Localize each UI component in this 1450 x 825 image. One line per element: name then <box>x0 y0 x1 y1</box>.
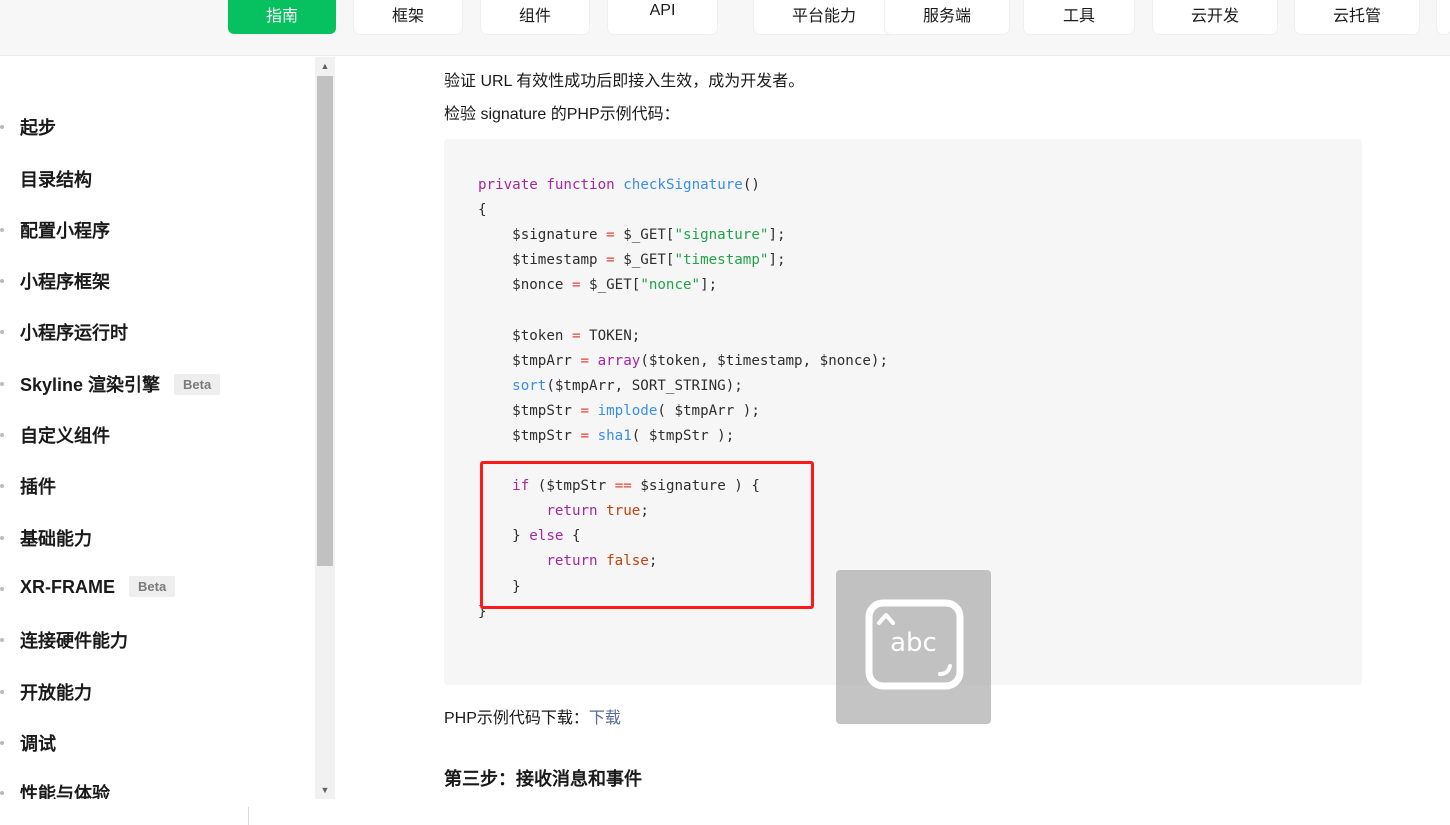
download-label: PHP示例代码下载： <box>444 710 589 727</box>
tab-components[interactable]: 组件 <box>481 0 589 34</box>
bullet-icon <box>0 638 4 642</box>
tab-more[interactable] <box>1437 0 1450 34</box>
sidebar-item-runtime[interactable]: 小程序运行时 <box>0 319 128 345</box>
bullet-icon <box>0 536 4 540</box>
sidebar-item-config[interactable]: 配置小程序 <box>0 217 110 243</box>
sidebar-item-plugin[interactable]: 插件 <box>0 473 56 499</box>
tab-framework[interactable]: 框架 <box>354 0 462 34</box>
keyboard-abc-label: abc <box>890 628 937 658</box>
sidebar-item-label: 小程序运行时 <box>20 323 128 343</box>
sidebar-item-label: 调试 <box>20 734 56 754</box>
sidebar-item-label: 性能与体验 <box>20 784 110 799</box>
beta-badge: Beta <box>129 576 176 597</box>
tab-cloud-dev[interactable]: 云开发 <box>1153 0 1277 34</box>
bullet-icon <box>0 484 4 488</box>
scroll-up-icon[interactable]: ▲ <box>315 57 335 75</box>
tab-api[interactable]: API <box>608 0 717 34</box>
bullet-icon <box>0 791 4 795</box>
scrollbar-thumb[interactable] <box>317 76 333 566</box>
input-method-overlay[interactable]: abc <box>836 570 991 724</box>
sidebar-item-performance[interactable]: 性能与体验 <box>0 780 110 799</box>
top-navigation: 指南 框架 组件 API 平台能力 服务端 工具 云开发 云托管 <box>0 0 1450 56</box>
sidebar-item-skyline[interactable]: Skyline 渲染引擎 Beta <box>0 371 221 397</box>
bullet-icon <box>0 433 4 437</box>
download-link[interactable]: 下载 <box>589 710 621 727</box>
bullet-icon <box>0 587 4 591</box>
sidebar-item-custom-component[interactable]: 自定义组件 <box>0 422 110 448</box>
tab-server[interactable]: 服务端 <box>885 0 1009 34</box>
section-heading-step3: 第三步：接收消息和事件 <box>444 769 642 789</box>
sidebar-item-label: 配置小程序 <box>20 221 110 241</box>
bullet-icon <box>0 279 4 283</box>
sidebar-item-basic-capability[interactable]: 基础能力 <box>0 525 92 551</box>
sidebar-item-label: 自定义组件 <box>20 426 110 446</box>
sidebar-item-label: 插件 <box>20 477 56 497</box>
sidebar-item-hardware[interactable]: 连接硬件能力 <box>0 627 128 653</box>
paragraph-verify-url: 验证 URL 有效性成功后即接入生效，成为开发者。 <box>444 73 805 90</box>
sidebar: 起步 目录结构 配置小程序 小程序框架 小程序运行时 Skyline 渲染引擎 B… <box>0 57 315 799</box>
bullet-icon <box>0 228 4 232</box>
highlight-box <box>480 461 814 609</box>
tab-tools[interactable]: 工具 <box>1024 0 1134 34</box>
sidebar-item-label: Skyline 渲染引擎 <box>20 375 161 395</box>
tab-platform[interactable]: 平台能力 <box>754 0 894 34</box>
sidebar-item-label: 连接硬件能力 <box>20 631 128 651</box>
sidebar-item-label: 基础能力 <box>20 529 92 549</box>
sidebar-item-framework[interactable]: 小程序框架 <box>0 268 110 294</box>
sidebar-item-label: XR-FRAME <box>20 577 115 597</box>
sidebar-item-label: 小程序框架 <box>20 272 110 292</box>
sidebar-item-getting-started[interactable]: 起步 <box>0 114 56 140</box>
sidebar-item-debug[interactable]: 调试 <box>0 730 56 756</box>
beta-badge: Beta <box>174 374 221 395</box>
sidebar-item-label: 起步 <box>20 118 56 138</box>
sidebar-item-label: 目录结构 <box>20 170 92 190</box>
tab-cloud-hosting[interactable]: 云托管 <box>1295 0 1419 34</box>
bullet-icon <box>0 330 4 334</box>
sidebar-scrollbar[interactable]: ▲ ▼ <box>315 57 335 799</box>
sidebar-item-xr-frame[interactable]: XR-FRAME Beta <box>0 576 176 598</box>
bullet-icon <box>0 125 4 129</box>
download-line: PHP示例代码下载：下载 <box>444 704 621 728</box>
sidebar-item-directory[interactable]: 目录结构 <box>20 166 92 192</box>
bullet-icon <box>0 382 4 386</box>
tab-guide[interactable]: 指南 <box>228 0 336 34</box>
sidebar-item-label: 开放能力 <box>20 683 92 703</box>
paragraph-php-sample-intro: 检验 signature 的PHP示例代码： <box>444 106 680 123</box>
sidebar-item-open-capability[interactable]: 开放能力 <box>0 679 92 705</box>
scroll-down-icon[interactable]: ▼ <box>315 781 335 799</box>
bullet-icon <box>0 690 4 694</box>
divider <box>248 807 249 825</box>
bullet-icon <box>0 741 4 745</box>
